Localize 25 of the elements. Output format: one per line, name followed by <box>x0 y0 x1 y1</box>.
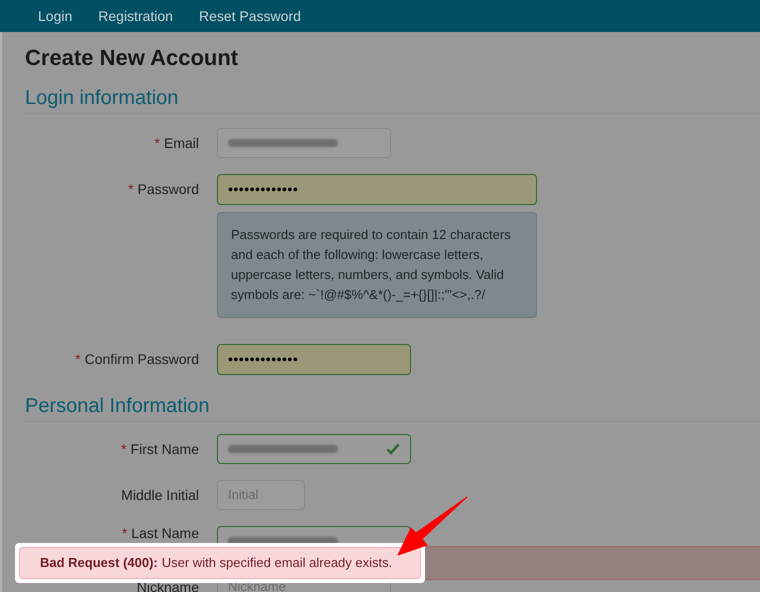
nav-link[interactable]: Reset Password <box>198 6 301 26</box>
section-title: Login information <box>25 84 760 114</box>
required-mark: * <box>121 440 127 456</box>
input-field[interactable] <box>217 434 411 464</box>
nav-link[interactable]: Registration <box>98 6 173 26</box>
label-text: First Name <box>130 440 199 456</box>
input-field[interactable]: ••••••••••••• <box>217 174 537 205</box>
page-title: Create New Account <box>25 44 240 72</box>
label-text: Email <box>164 134 199 150</box>
section-title: Personal Information <box>25 392 760 422</box>
label-text: Middle Initial <box>121 486 199 502</box>
required-mark: * <box>128 181 134 197</box>
input-field[interactable] <box>217 128 391 158</box>
nav-link[interactable]: Login <box>38 6 72 26</box>
password-hint: Passwords are required to contain 12 characters and each of the following: lowercase letters, uppercase letters, numbers, and symbols. Valid symbols are: ~`!@#$%^&*()-_=+{}[]|:;"'<>,.?/ <box>217 212 537 318</box>
required-mark: * <box>75 351 81 367</box>
required-mark: * <box>154 134 160 150</box>
input-field[interactable]: ••••••••••••• <box>217 344 411 375</box>
label-text: Nickname <box>136 578 199 592</box>
label-text: Last Name <box>131 525 199 541</box>
alert-message: User with specified email already exists. <box>162 554 392 572</box>
label-text: Password <box>138 181 199 197</box>
required-mark: * <box>122 525 128 541</box>
label-text: Confirm Password <box>84 351 199 367</box>
alert-title: Bad Request (400): <box>40 554 158 572</box>
